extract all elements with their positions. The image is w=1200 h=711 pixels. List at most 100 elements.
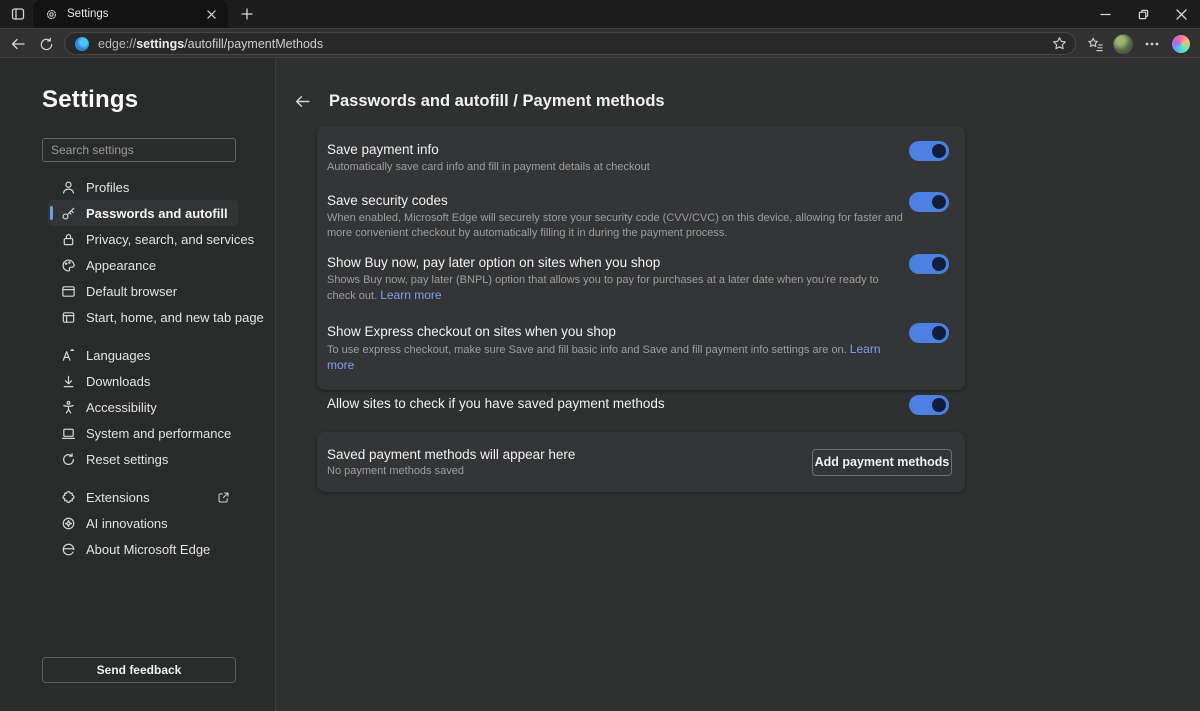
setting-description: Shows Buy now, pay later (BNPL) option t… xyxy=(327,273,905,304)
sidebar-item-extensions[interactable]: Extensions xyxy=(48,484,238,510)
toggle-bnpl[interactable] xyxy=(909,254,949,274)
setting-description: To use express checkout, make sure Save … xyxy=(327,342,905,374)
refresh-button[interactable] xyxy=(34,32,58,56)
favorite-star-icon[interactable] xyxy=(1052,36,1067,51)
sidebar-item-label: Passwords and autofill xyxy=(86,206,228,221)
puzzle-icon xyxy=(60,489,76,505)
toggle-save-payment-info[interactable] xyxy=(909,141,949,161)
sidebar-item-label: Accessibility xyxy=(86,400,157,415)
saved-payment-subtitle: No payment methods saved xyxy=(327,465,575,477)
site-edge-logo-icon xyxy=(75,37,89,51)
toggle-express-checkout[interactable] xyxy=(909,323,949,343)
setting-description: When enabled, Microsoft Edge will secure… xyxy=(327,211,905,241)
sidebar-item-accessibility[interactable]: Accessibility xyxy=(48,394,238,420)
learn-more-link[interactable]: Learn more xyxy=(380,288,441,302)
saved-payment-title: Saved payment methods will appear here xyxy=(327,447,575,462)
restore-icon xyxy=(1138,9,1149,20)
sidebar-item-passwords-and-autofill[interactable]: Passwords and autofill xyxy=(48,200,238,226)
gear-icon xyxy=(45,7,59,21)
sidebar-item-system-performance[interactable]: System and performance xyxy=(48,420,238,446)
sidebar-item-label: Default browser xyxy=(86,284,177,299)
setting-title: Save payment info xyxy=(327,141,905,159)
setting-title: Allow sites to check if you have saved p… xyxy=(327,395,905,413)
edge-logo-icon xyxy=(60,541,76,557)
sidebar-item-label: Appearance xyxy=(86,258,156,273)
settings-sidebar: Settings Profiles Passwords and autofill xyxy=(0,58,276,711)
toggle-knob xyxy=(932,257,946,271)
language-icon xyxy=(60,347,76,363)
refresh-icon xyxy=(39,37,54,52)
sidebar-item-label: Languages xyxy=(86,348,150,363)
page-back-button[interactable] xyxy=(289,88,315,114)
setting-title: Save security codes xyxy=(327,192,905,210)
back-button[interactable] xyxy=(6,32,30,56)
search-settings-input[interactable] xyxy=(42,138,236,162)
sidebar-item-label: AI innovations xyxy=(86,516,168,531)
sidebar-item-label: Reset settings xyxy=(86,452,168,467)
tab-close-icon[interactable] xyxy=(202,5,220,23)
browser-tab-settings[interactable]: Settings xyxy=(33,0,228,28)
favorites-hub-button[interactable] xyxy=(1084,33,1106,55)
minimize-button[interactable] xyxy=(1086,0,1124,28)
sidebar-item-label: About Microsoft Edge xyxy=(86,542,210,557)
person-icon xyxy=(60,179,76,195)
browser-window-icon xyxy=(60,283,76,299)
sidebar-item-reset-settings[interactable]: Reset settings xyxy=(48,446,238,472)
sidebar-item-ai-innovations[interactable]: AI innovations xyxy=(48,510,238,536)
setting-row-save-payment-info: Save payment info Automatically save car… xyxy=(327,141,949,175)
back-arrow-icon xyxy=(294,93,311,110)
setting-row-save-security-codes: Save security codes When enabled, Micros… xyxy=(327,192,949,241)
settings-more-button[interactable] xyxy=(1141,33,1163,55)
saved-payment-text: Saved payment methods will appear here N… xyxy=(327,447,575,477)
sidebar-item-label: Start, home, and new tab page xyxy=(86,310,264,325)
plus-icon xyxy=(241,8,253,20)
setting-title: Show Buy now, pay later option on sites … xyxy=(327,254,905,272)
copilot-icon xyxy=(1172,35,1190,53)
send-feedback-button[interactable]: Send feedback xyxy=(42,657,236,683)
sidebar-item-label: System and performance xyxy=(86,426,231,441)
url-text[interactable]: edge://settings/autofill/paymentMethods xyxy=(98,37,1052,51)
back-icon xyxy=(10,36,26,52)
sidebar-item-downloads[interactable]: Downloads xyxy=(48,368,238,394)
toggle-allow-sites-check[interactable] xyxy=(909,395,949,415)
saved-payment-methods-card: Saved payment methods will appear here N… xyxy=(317,432,965,492)
setting-description: Automatically save card info and fill in… xyxy=(327,160,905,175)
more-menu-icon xyxy=(1145,42,1159,46)
settings-page: Settings Profiles Passwords and autofill xyxy=(0,58,1200,711)
sidebar-item-languages[interactable]: Languages xyxy=(48,342,238,368)
copilot-button[interactable] xyxy=(1170,33,1192,55)
nav-group-3: Extensions AI innovations About Microsof… xyxy=(48,484,238,562)
accessibility-icon xyxy=(60,399,76,415)
palette-icon xyxy=(60,257,76,273)
sidebar-item-label: Extensions xyxy=(86,490,150,505)
restore-button[interactable] xyxy=(1124,0,1162,28)
browser-toolbar: edge://settings/autofill/paymentMethods xyxy=(0,28,1200,58)
sidebar-item-privacy[interactable]: Privacy, search, and services xyxy=(48,226,238,252)
profile-button[interactable] xyxy=(1112,33,1134,55)
favorites-hub-icon xyxy=(1087,36,1104,53)
sidebar-item-start-home-newtab[interactable]: Start, home, and new tab page xyxy=(48,304,238,330)
sidebar-item-default-browser[interactable]: Default browser xyxy=(48,278,238,304)
sidebar-item-label: Privacy, search, and services xyxy=(86,232,254,247)
new-tab-button[interactable] xyxy=(236,3,258,25)
setting-row-allow-sites-check: Allow sites to check if you have saved p… xyxy=(327,395,949,415)
address-bar[interactable]: edge://settings/autofill/paymentMethods xyxy=(64,32,1076,55)
sidebar-item-appearance[interactable]: Appearance xyxy=(48,252,238,278)
title-bar: Settings xyxy=(0,0,1200,28)
tab-title: Settings xyxy=(67,8,202,20)
sidebar-item-profiles[interactable]: Profiles xyxy=(48,174,238,200)
lock-icon xyxy=(60,231,76,247)
setting-row-bnpl: Show Buy now, pay later option on sites … xyxy=(327,254,949,304)
toggle-save-security-codes[interactable] xyxy=(909,192,949,212)
sidebar-item-about-edge[interactable]: About Microsoft Edge xyxy=(48,536,238,562)
tab-actions-menu-button[interactable] xyxy=(8,4,28,24)
toggle-knob xyxy=(932,144,946,158)
payment-settings-card: Save payment info Automatically save car… xyxy=(317,126,965,390)
active-indicator xyxy=(50,206,53,220)
key-icon xyxy=(60,205,76,221)
close-window-button[interactable] xyxy=(1162,0,1200,28)
add-payment-methods-button[interactable]: Add payment methods xyxy=(812,449,952,476)
laptop-icon xyxy=(60,425,76,441)
edge-browser-window: Settings edge: xyxy=(0,0,1200,711)
sidebar-item-label: Downloads xyxy=(86,374,150,389)
